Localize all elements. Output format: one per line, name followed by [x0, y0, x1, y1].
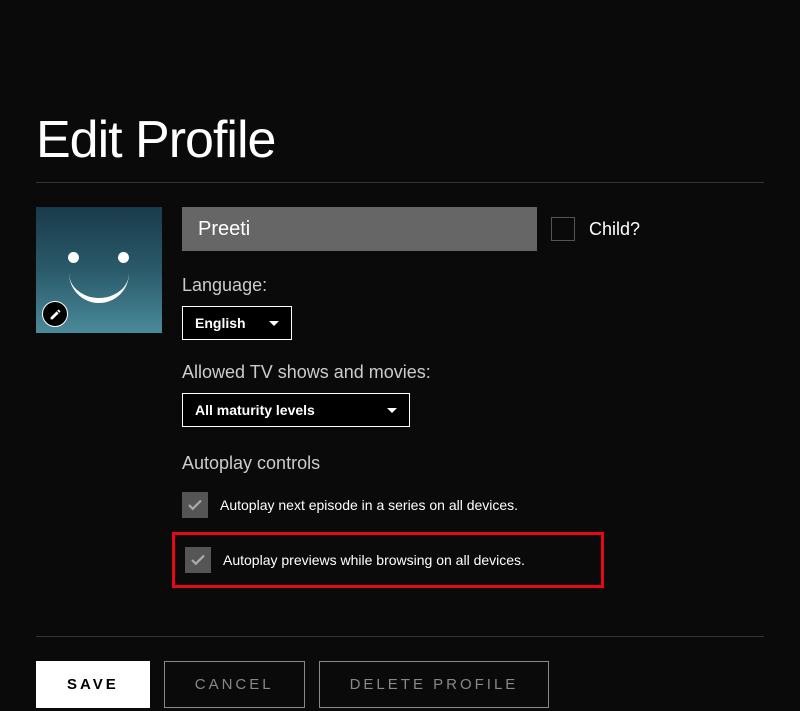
- autoplay-previews-label: Autoplay previews while browsing on all …: [223, 552, 525, 568]
- profile-name-input[interactable]: [182, 207, 537, 251]
- autoplay-previews-row: Autoplay previews while browsing on all …: [185, 547, 591, 573]
- avatar-container: [36, 207, 162, 333]
- child-checkbox[interactable]: [551, 217, 575, 241]
- checkmark-icon: [189, 551, 207, 569]
- autoplay-previews-checkbox[interactable]: [185, 547, 211, 573]
- caret-down-icon: [269, 321, 279, 326]
- maturity-value: All maturity levels: [195, 402, 315, 418]
- maturity-dropdown[interactable]: All maturity levels: [182, 393, 410, 427]
- language-label: Language:: [182, 275, 764, 296]
- divider: [36, 182, 764, 183]
- checkmark-icon: [186, 496, 204, 514]
- highlighted-option: Autoplay previews while browsing on all …: [172, 532, 604, 588]
- autoplay-label: Autoplay controls: [182, 453, 764, 474]
- autoplay-next-episode-row: Autoplay next episode in a series on all…: [182, 484, 764, 526]
- autoplay-next-episode-label: Autoplay next episode in a series on all…: [220, 497, 518, 513]
- cancel-button[interactable]: CANCEL: [164, 661, 305, 708]
- maturity-label: Allowed TV shows and movies:: [182, 362, 764, 383]
- language-value: English: [195, 315, 246, 331]
- language-dropdown[interactable]: English: [182, 306, 292, 340]
- edit-avatar-button[interactable]: [42, 301, 68, 327]
- delete-profile-button[interactable]: DELETE PROFILE: [319, 661, 550, 708]
- save-button[interactable]: SAVE: [36, 661, 150, 708]
- autoplay-next-episode-checkbox[interactable]: [182, 492, 208, 518]
- pencil-icon: [49, 308, 62, 321]
- caret-down-icon: [387, 408, 397, 413]
- child-label: Child?: [589, 219, 640, 240]
- page-title: Edit Profile: [36, 110, 764, 170]
